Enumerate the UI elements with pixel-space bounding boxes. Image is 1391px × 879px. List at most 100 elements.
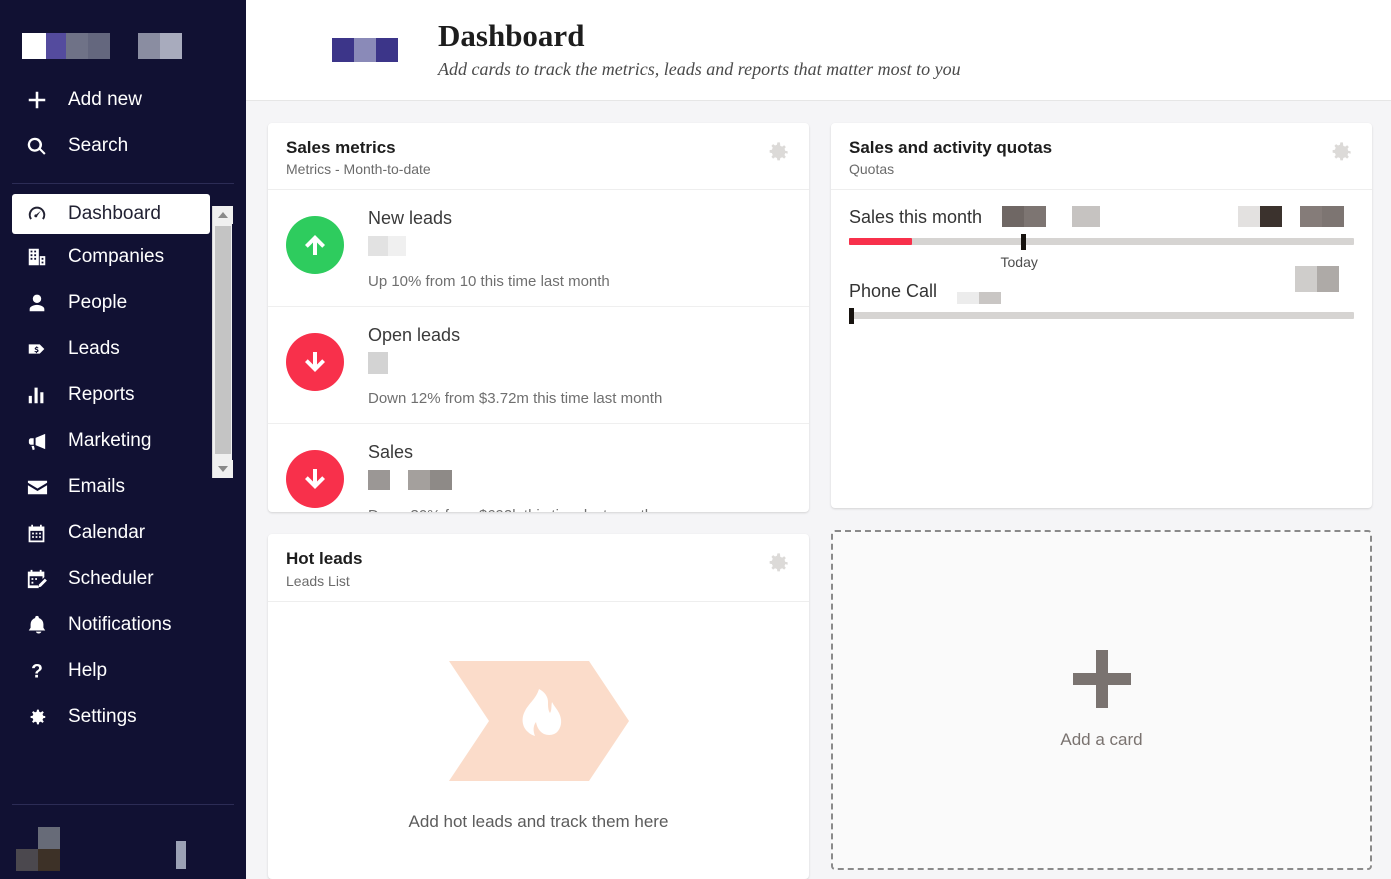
- metric-value-redacted: [368, 235, 610, 257]
- scrollbar-thumb[interactable]: [215, 226, 231, 454]
- sidebar-item-label: Marketing: [68, 430, 152, 451]
- logo-block: [332, 38, 354, 62]
- sidebar-footer-divider: [12, 804, 234, 805]
- sidebar-quick-actions: Add new Search: [0, 59, 246, 169]
- redacted-block: [1300, 206, 1323, 228]
- quotas-body: Sales this month Today Phone Call: [831, 190, 1372, 508]
- building-icon: [26, 246, 60, 268]
- chevron-up-icon: [218, 212, 228, 218]
- sidebar-item-dashboard[interactable]: Dashboard: [12, 194, 210, 234]
- page-header: Dashboard Add cards to track the metrics…: [246, 0, 1391, 101]
- metric-value-redacted: [368, 469, 653, 491]
- main-area: Dashboard Add cards to track the metrics…: [246, 0, 1391, 879]
- sidebar-item-label: Reports: [68, 384, 135, 405]
- sidebar-item-label: People: [68, 292, 128, 313]
- redacted-block: [368, 352, 388, 375]
- sidebar-item-notifications[interactable]: Notifications: [0, 602, 246, 648]
- sidebar-item-settings[interactable]: Settings: [0, 694, 246, 740]
- gear-icon: [26, 706, 60, 728]
- sidebar-item-search[interactable]: Search: [0, 123, 246, 169]
- redacted-block: [368, 236, 388, 257]
- bell-icon: [26, 614, 60, 636]
- sidebar-item-scheduler[interactable]: Scheduler: [0, 556, 246, 602]
- card-header-text: Hot leads Leads List: [286, 548, 363, 588]
- sidebar-item-help[interactable]: ? Help: [0, 648, 246, 694]
- quota-progress-bar[interactable]: [849, 308, 1354, 325]
- sidebar-item-companies[interactable]: Companies: [0, 234, 246, 280]
- app-root: Add new Search Dashboard Companies Peopl…: [0, 0, 1391, 879]
- redacted-block: [957, 292, 980, 305]
- add-card-placeholder[interactable]: Add a card: [831, 530, 1372, 871]
- metric-body: Sales Down 30% from $692k this time last…: [350, 440, 653, 512]
- page-title: Dashboard: [438, 18, 585, 54]
- today-marker: [849, 308, 854, 325]
- quota-label-line: Phone Call: [849, 266, 1354, 306]
- card-header-text: Sales and activity quotas Quotas: [849, 137, 1052, 177]
- sidebar-item-label: Search: [68, 135, 129, 156]
- sidebar-item-calendar[interactable]: Calendar: [0, 510, 246, 556]
- redacted-block: [408, 470, 430, 491]
- quota-row[interactable]: Sales this month Today: [849, 202, 1354, 270]
- card-subtitle: Leads List: [286, 572, 350, 589]
- arrow-down-icon: [286, 333, 344, 392]
- card-subtitle: Quotas: [849, 161, 895, 178]
- card-header-text: Sales metrics Metrics - Month-to-date: [286, 137, 431, 177]
- redacted-block: [1260, 206, 1283, 228]
- quota-row[interactable]: Phone Call: [849, 266, 1354, 325]
- metric-row[interactable]: Sales Down 30% from $692k this time last…: [268, 424, 809, 512]
- metric-body: Open leads Down 12% from $3.72m this tim…: [350, 323, 662, 407]
- board-column-right: Sales and activity quotas Quotas Sales t…: [831, 123, 1372, 879]
- header-text: Dashboard Add cards to track the metrics…: [438, 20, 961, 80]
- sidebar-scrollbar[interactable]: [212, 206, 233, 478]
- speedometer-icon: [26, 203, 60, 225]
- sidebar-item-people[interactable]: People: [0, 280, 246, 326]
- metric-note: Down 12% from $3.72m this time last mont…: [368, 390, 663, 408]
- arrow-up-icon: [286, 216, 344, 275]
- metric-row[interactable]: Open leads Down 12% from $3.72m this tim…: [268, 307, 809, 425]
- sidebar-item-add-new[interactable]: Add new: [0, 77, 246, 123]
- flame-banner-icon: [448, 661, 629, 786]
- metric-row[interactable]: New leads Up 10% from 10 this time last …: [268, 190, 809, 308]
- card-subtitle: Metrics - Month-to-date: [286, 161, 431, 178]
- sidebar-item-label: Dashboard: [68, 203, 161, 224]
- metric-direction: [286, 323, 350, 401]
- metric-note: Down 30% from $692k this time last month: [368, 507, 653, 512]
- logo-block: [138, 33, 160, 59]
- scrollbar-up-button[interactable]: [213, 206, 233, 224]
- progress-track: [849, 238, 1354, 246]
- sidebar-nav: Dashboard Companies People Leads Reports…: [0, 194, 246, 740]
- redacted-block: [390, 470, 408, 491]
- person-icon: [26, 292, 60, 314]
- sidebar-item-leads[interactable]: Leads: [0, 326, 246, 372]
- quota-progress-bar[interactable]: [849, 234, 1354, 251]
- sidebar-item-reports[interactable]: Reports: [0, 372, 246, 418]
- sidebar-item-emails[interactable]: Emails: [0, 464, 246, 510]
- metric-name: Open leads: [368, 325, 461, 346]
- question-mark-icon: ?: [26, 660, 60, 682]
- logo-block: [22, 33, 46, 59]
- sidebar-item-marketing[interactable]: Marketing: [0, 418, 246, 464]
- sidebar-item-label: Emails: [68, 476, 126, 497]
- gear-icon[interactable]: [764, 550, 791, 582]
- redacted-block: [388, 236, 406, 257]
- redacted-block: [368, 470, 390, 491]
- redacted-block: [1024, 206, 1047, 228]
- gear-icon[interactable]: [764, 139, 791, 171]
- bar-chart-icon: [26, 384, 60, 406]
- sidebar-item-label: Companies: [68, 246, 165, 267]
- sidebar-item-label: Scheduler: [68, 568, 154, 589]
- quota-label: Phone Call: [849, 280, 938, 301]
- megaphone-icon: [26, 430, 60, 453]
- today-marker: [1020, 234, 1026, 251]
- sidebar-divider: [12, 183, 234, 184]
- sidebar-item-label: Calendar: [68, 522, 146, 543]
- scrollbar-down-button[interactable]: [213, 460, 233, 478]
- redacted-block: [1002, 206, 1025, 228]
- gear-icon[interactable]: [1327, 139, 1354, 171]
- redacted-block: [1322, 206, 1345, 228]
- redacted-block: [176, 841, 186, 869]
- redacted-block: [1072, 206, 1101, 228]
- sidebar-brand-logo[interactable]: [0, 0, 246, 59]
- hot-leads-empty-state: Add hot leads and track them here: [268, 602, 809, 879]
- user-profile-area[interactable]: [0, 827, 246, 879]
